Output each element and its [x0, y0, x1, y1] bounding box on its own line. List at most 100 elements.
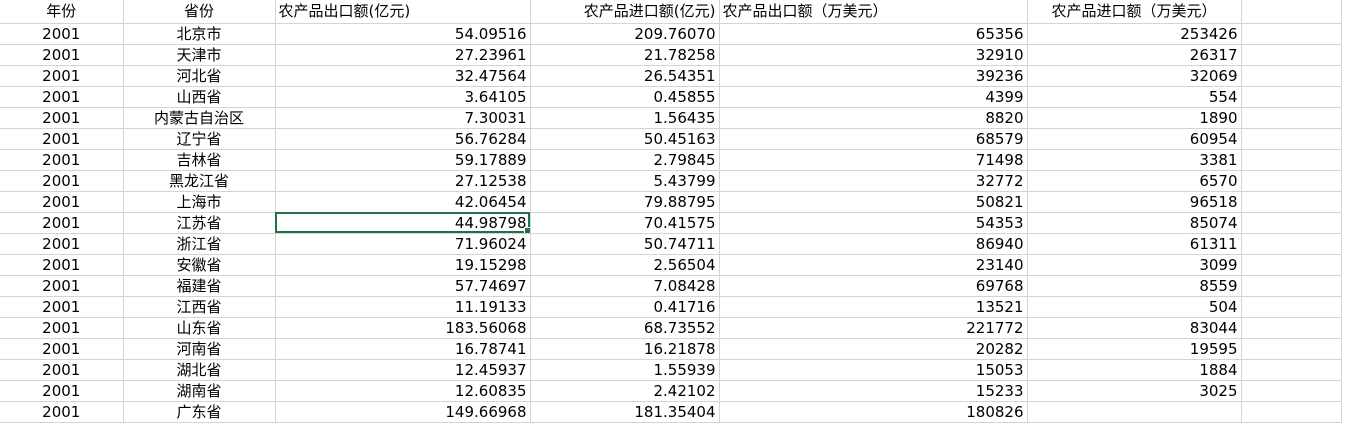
cell-import-cny[interactable]: 1.56435	[530, 107, 720, 129]
cell-import-usd[interactable]: 6570	[1027, 170, 1242, 192]
empty-cell[interactable]	[1241, 44, 1342, 66]
cell-export-usd[interactable]: 71498	[719, 149, 1028, 171]
empty-cell[interactable]	[1241, 0, 1342, 24]
cell-province[interactable]: 湖北省	[123, 359, 276, 381]
header-province[interactable]: 省份	[123, 0, 276, 24]
cell-year[interactable]: 2001	[0, 338, 124, 360]
cell-export-usd[interactable]: 15233	[719, 380, 1028, 402]
cell-import-cny[interactable]: 16.21878	[530, 338, 720, 360]
cell-export-usd[interactable]: 54353	[719, 212, 1028, 234]
cell-export-usd[interactable]: 50821	[719, 191, 1028, 213]
cell-import-cny[interactable]: 26.54351	[530, 65, 720, 87]
fill-handle[interactable]	[523, 226, 529, 232]
cell-import-cny[interactable]: 209.76070	[530, 23, 720, 45]
cell-import-cny[interactable]: 50.74711	[530, 233, 720, 255]
cell-import-usd[interactable]: 60954	[1027, 128, 1242, 150]
cell-export-cny[interactable]: 11.19133	[275, 296, 531, 318]
cell-import-usd[interactable]: 554	[1027, 86, 1242, 108]
cell-export-cny[interactable]: 7.30031	[275, 107, 531, 129]
cell-export-cny[interactable]: 3.64105	[275, 86, 531, 108]
cell-export-cny[interactable]: 12.45937	[275, 359, 531, 381]
cell-import-cny[interactable]: 181.35404	[530, 401, 720, 423]
empty-cell[interactable]	[1241, 128, 1342, 150]
cell-province[interactable]: 黑龙江省	[123, 170, 276, 192]
cell-export-cny[interactable]: 54.09516	[275, 23, 531, 45]
empty-cell[interactable]	[1241, 380, 1342, 402]
cell-year[interactable]: 2001	[0, 128, 124, 150]
cell-import-cny[interactable]: 0.45855	[530, 86, 720, 108]
cell-export-cny[interactable]: 149.66968	[275, 401, 531, 423]
cell-export-usd[interactable]: 180826	[719, 401, 1028, 423]
cell-export-usd[interactable]: 32772	[719, 170, 1028, 192]
cell-province[interactable]: 上海市	[123, 191, 276, 213]
cell-province[interactable]: 辽宁省	[123, 128, 276, 150]
cell-import-usd[interactable]: 3381	[1027, 149, 1242, 171]
header-import-cny[interactable]: 农产品进口额(亿元)	[530, 0, 720, 24]
cell-export-usd[interactable]: 8820	[719, 107, 1028, 129]
cell-year[interactable]: 2001	[0, 107, 124, 129]
empty-cell[interactable]	[1241, 107, 1342, 129]
cell-province[interactable]: 广东省	[123, 401, 276, 423]
cell-import-usd[interactable]: 83044	[1027, 317, 1242, 339]
cell-year[interactable]: 2001	[0, 149, 124, 171]
cell-import-usd[interactable]: 1884	[1027, 359, 1242, 381]
cell-year[interactable]: 2001	[0, 44, 124, 66]
cell-export-cny[interactable]: 71.96024	[275, 233, 531, 255]
cell-import-cny[interactable]: 1.55939	[530, 359, 720, 381]
cell-year[interactable]: 2001	[0, 296, 124, 318]
cell-import-cny[interactable]: 21.78258	[530, 44, 720, 66]
cell-export-usd[interactable]: 221772	[719, 317, 1028, 339]
empty-cell[interactable]	[1241, 65, 1342, 87]
cell-year[interactable]: 2001	[0, 23, 124, 45]
cell-export-cny[interactable]: 27.23961	[275, 44, 531, 66]
cell-export-usd[interactable]: 23140	[719, 254, 1028, 276]
cell-export-cny[interactable]: 183.56068	[275, 317, 531, 339]
cell-year[interactable]: 2001	[0, 191, 124, 213]
cell-export-usd[interactable]: 65356	[719, 23, 1028, 45]
cell-import-cny[interactable]: 70.41575	[530, 212, 720, 234]
empty-cell[interactable]	[1241, 296, 1342, 318]
cell-year[interactable]: 2001	[0, 86, 124, 108]
cell-year[interactable]: 2001	[0, 401, 124, 423]
cell-province[interactable]: 吉林省	[123, 149, 276, 171]
selected-cell[interactable]: 44.98798	[275, 212, 531, 234]
empty-cell[interactable]	[1241, 23, 1342, 45]
cell-export-cny[interactable]: 56.76284	[275, 128, 531, 150]
empty-cell[interactable]	[1241, 338, 1342, 360]
cell-export-usd[interactable]: 69768	[719, 275, 1028, 297]
cell-year[interactable]: 2001	[0, 170, 124, 192]
cell-import-cny[interactable]: 50.45163	[530, 128, 720, 150]
cell-year[interactable]: 2001	[0, 233, 124, 255]
spreadsheet-grid[interactable]: 年份 省份 农产品出口额(亿元) 农产品进口额(亿元) 农产品出口额（万美元） …	[0, 0, 1342, 423]
cell-export-usd[interactable]: 86940	[719, 233, 1028, 255]
cell-import-usd[interactable]: 26317	[1027, 44, 1242, 66]
empty-cell[interactable]	[1241, 170, 1342, 192]
cell-import-usd[interactable]	[1027, 401, 1242, 423]
empty-cell[interactable]	[1241, 191, 1342, 213]
cell-year[interactable]: 2001	[0, 254, 124, 276]
cell-export-cny[interactable]: 19.15298	[275, 254, 531, 276]
empty-cell[interactable]	[1241, 212, 1342, 234]
cell-province[interactable]: 内蒙古自治区	[123, 107, 276, 129]
empty-cell[interactable]	[1241, 254, 1342, 276]
cell-import-cny[interactable]: 7.08428	[530, 275, 720, 297]
cell-export-usd[interactable]: 15053	[719, 359, 1028, 381]
cell-province[interactable]: 湖南省	[123, 380, 276, 402]
cell-import-usd[interactable]: 85074	[1027, 212, 1242, 234]
cell-import-usd[interactable]: 3025	[1027, 380, 1242, 402]
cell-year[interactable]: 2001	[0, 212, 124, 234]
cell-province[interactable]: 浙江省	[123, 233, 276, 255]
empty-cell[interactable]	[1241, 86, 1342, 108]
cell-export-usd[interactable]: 4399	[719, 86, 1028, 108]
cell-export-cny[interactable]: 42.06454	[275, 191, 531, 213]
cell-export-usd[interactable]: 68579	[719, 128, 1028, 150]
cell-province[interactable]: 江西省	[123, 296, 276, 318]
header-import-usd[interactable]: 农产品进口额（万美元）	[1027, 0, 1242, 24]
cell-province[interactable]: 福建省	[123, 275, 276, 297]
cell-year[interactable]: 2001	[0, 275, 124, 297]
cell-export-cny[interactable]: 32.47564	[275, 65, 531, 87]
cell-export-usd[interactable]: 32910	[719, 44, 1028, 66]
empty-cell[interactable]	[1241, 401, 1342, 423]
cell-export-usd[interactable]: 39236	[719, 65, 1028, 87]
cell-export-usd[interactable]: 13521	[719, 296, 1028, 318]
